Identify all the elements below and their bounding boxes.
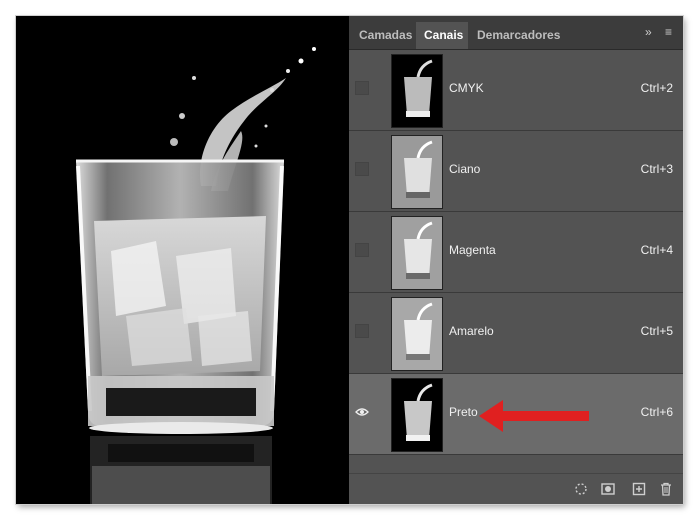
channel-shortcut: Ctrl+4 [640,243,673,257]
channel-name: Magenta [449,243,496,257]
channel-shortcut: Ctrl+2 [640,81,673,95]
channel-shortcut: Ctrl+5 [640,324,673,338]
visibility-toggle[interactable] [355,324,369,338]
channel-name: Preto [449,405,478,419]
load-channel-as-selection-icon[interactable] [573,481,589,497]
channel-thumbnail [391,135,443,209]
channel-shortcut: Ctrl+6 [640,405,673,419]
tab-demarcadores[interactable]: Demarcadores [469,22,573,49]
screenshot-frame: Camadas Canais Demarcadores » ≡ CMYK Ctr… [16,16,683,504]
channel-thumbnail [391,54,443,128]
document-canvas[interactable] [16,16,349,504]
panel-menu-icon[interactable]: ≡ [665,25,672,39]
channel-shortcut: Ctrl+3 [640,162,673,176]
tab-canais[interactable]: Canais [416,22,468,49]
delete-channel-icon[interactable] [658,481,674,497]
channel-name: CMYK [449,81,484,95]
panel-bottom-bar [349,473,683,504]
visibility-toggle[interactable] [355,81,369,95]
channels-panel: Camadas Canais Demarcadores » ≡ CMYK Ctr… [349,16,683,504]
visibility-toggle[interactable] [355,162,369,176]
tab-camadas[interactable]: Camadas [351,22,415,49]
panel-tab-bar: Camadas Canais Demarcadores » ≡ [349,16,683,50]
new-channel-icon[interactable] [631,481,647,497]
channel-thumbnail [391,297,443,371]
channel-thumbnail [391,216,443,290]
channel-name: Amarelo [449,324,494,338]
channel-row-ciano[interactable]: Ciano Ctrl+3 [349,131,683,212]
glass-image [16,16,349,504]
channel-name: Ciano [449,162,481,176]
channel-row-magenta[interactable]: Magenta Ctrl+4 [349,212,683,293]
eye-icon[interactable] [355,405,369,419]
red-arrow-annotation [479,400,589,432]
save-selection-as-channel-icon[interactable] [600,481,616,497]
collapse-panel-icon[interactable]: » [645,25,652,39]
channel-row-amarelo[interactable]: Amarelo Ctrl+5 [349,293,683,374]
channel-row-cmyk[interactable]: CMYK Ctrl+2 [349,50,683,131]
visibility-toggle[interactable] [355,243,369,257]
channel-thumbnail [391,378,443,452]
